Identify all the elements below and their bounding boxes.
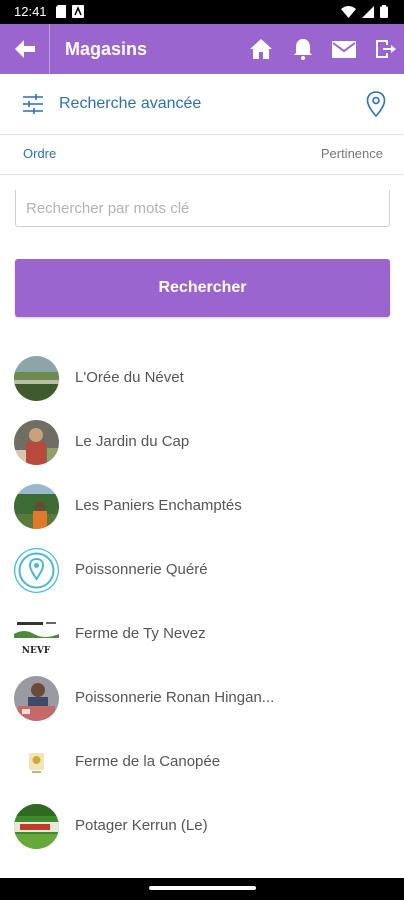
advanced-search-label[interactable]: Recherche avancée — [59, 95, 201, 113]
store-avatar — [14, 356, 59, 401]
store-name: Les Paniers Enchamptés — [75, 497, 242, 514]
store-avatar — [14, 420, 59, 465]
list-item[interactable]: Poissonnerie Quéré — [0, 538, 404, 602]
page-title: Magasins — [65, 39, 148, 59]
store-avatar — [14, 804, 59, 849]
status-system-icons — [341, 5, 388, 18]
status-time: 12:41 — [14, 4, 47, 19]
sort-order-value[interactable]: Pertinence — [321, 146, 383, 161]
status-notification-icons — [56, 5, 84, 18]
store-name: Ferme de Ty Nevez — [75, 625, 206, 642]
sort-order-row[interactable]: Ordre Pertinence — [0, 134, 404, 175]
list-item[interactable]: L'Orée du Névet — [0, 346, 404, 410]
app-notification-icon — [72, 5, 84, 18]
location-pin-icon[interactable] — [366, 91, 386, 117]
list-item[interactable]: Le Jardin du Cap — [0, 410, 404, 474]
store-list: L'Orée du Névet Le Jardin du Cap Les Pan… — [0, 346, 404, 858]
store-logo-text: NEVF — [22, 646, 51, 656]
store-name: Potager Kerrun (Le) — [75, 817, 208, 834]
search-button-label: Rechercher — [158, 279, 247, 296]
sort-order-label: Ordre — [23, 146, 57, 161]
battery-icon — [380, 5, 388, 18]
system-navigation-bar — [0, 878, 404, 900]
list-item[interactable]: Potager Kerrun (Le) — [0, 794, 404, 858]
list-item[interactable]: Les Paniers Enchamptés — [0, 474, 404, 538]
store-name: Le Jardin du Cap — [75, 433, 190, 450]
signal-icon — [362, 5, 374, 18]
mail-icon[interactable] — [331, 37, 357, 61]
store-logo: NEVF — [14, 612, 59, 657]
sliders-icon — [23, 94, 43, 114]
logout-icon[interactable] — [373, 37, 397, 61]
store-name: L'Orée du Névet — [75, 369, 184, 386]
status-bar: 12:41 — [0, 0, 404, 24]
list-item[interactable]: Ferme de la Canopée — [0, 730, 404, 794]
home-icon[interactable] — [249, 37, 273, 61]
app-bar: Magasins — [0, 24, 404, 74]
store-avatar — [14, 676, 59, 721]
search-button[interactable]: Rechercher — [15, 259, 390, 317]
store-avatar — [14, 484, 59, 529]
wifi-icon — [341, 5, 356, 18]
sd-card-icon — [56, 5, 66, 18]
store-name: Ferme de la Canopée — [75, 753, 221, 770]
store-name: Poissonnerie Quéré — [75, 561, 208, 578]
list-item[interactable]: NEVF Ferme de Ty Nevez — [0, 602, 404, 666]
advanced-search-row[interactable]: Recherche avancée — [0, 74, 404, 135]
store-avatar — [14, 740, 59, 785]
store-avatar — [14, 548, 59, 593]
home-gesture-handle[interactable] — [149, 886, 256, 890]
app-bar-divider — [49, 24, 50, 74]
store-name: Poissonnerie Ronan Hingan... — [75, 689, 275, 706]
keyword-search-input[interactable] — [15, 190, 390, 227]
list-item[interactable]: Poissonnerie Ronan Hingan... — [0, 666, 404, 730]
back-arrow-icon[interactable] — [12, 37, 38, 61]
bell-icon[interactable] — [291, 37, 315, 61]
